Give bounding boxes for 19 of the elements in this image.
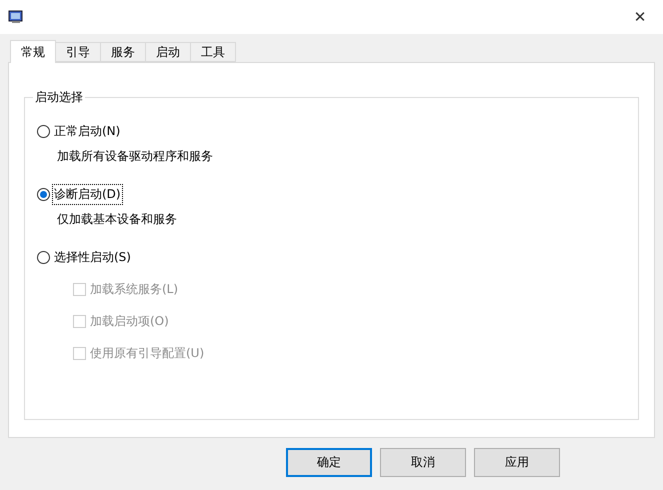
dialog-button[interactable]: 取消 bbox=[380, 448, 466, 477]
tab[interactable]: 服务 bbox=[100, 42, 146, 62]
dialog-button[interactable]: 应用 bbox=[474, 448, 560, 477]
radio-label[interactable]: 正常启动(N) bbox=[53, 122, 122, 140]
close-button[interactable]: ✕ bbox=[625, 3, 655, 31]
radio-button[interactable] bbox=[37, 124, 50, 138]
radio-button[interactable] bbox=[37, 188, 50, 200]
tab[interactable]: 启动 bbox=[145, 42, 191, 62]
tab[interactable]: 引导 bbox=[55, 42, 101, 62]
tab[interactable]: 常规 bbox=[10, 40, 56, 63]
option-description: 加载所有设备驱动程序和服务 bbox=[57, 148, 214, 165]
radio-label[interactable]: 选择性启动(S) bbox=[53, 248, 132, 266]
tab[interactable]: 工具 bbox=[190, 42, 236, 62]
radio-button[interactable] bbox=[37, 250, 50, 264]
option-description: 仅加载基本设备和服务 bbox=[57, 211, 178, 228]
computer-icon bbox=[8, 9, 24, 25]
group-title: 启动选择 bbox=[34, 89, 84, 106]
radio-label[interactable]: 诊断启动(D) bbox=[53, 184, 122, 204]
dialog-button[interactable]: 确定 bbox=[286, 448, 372, 477]
